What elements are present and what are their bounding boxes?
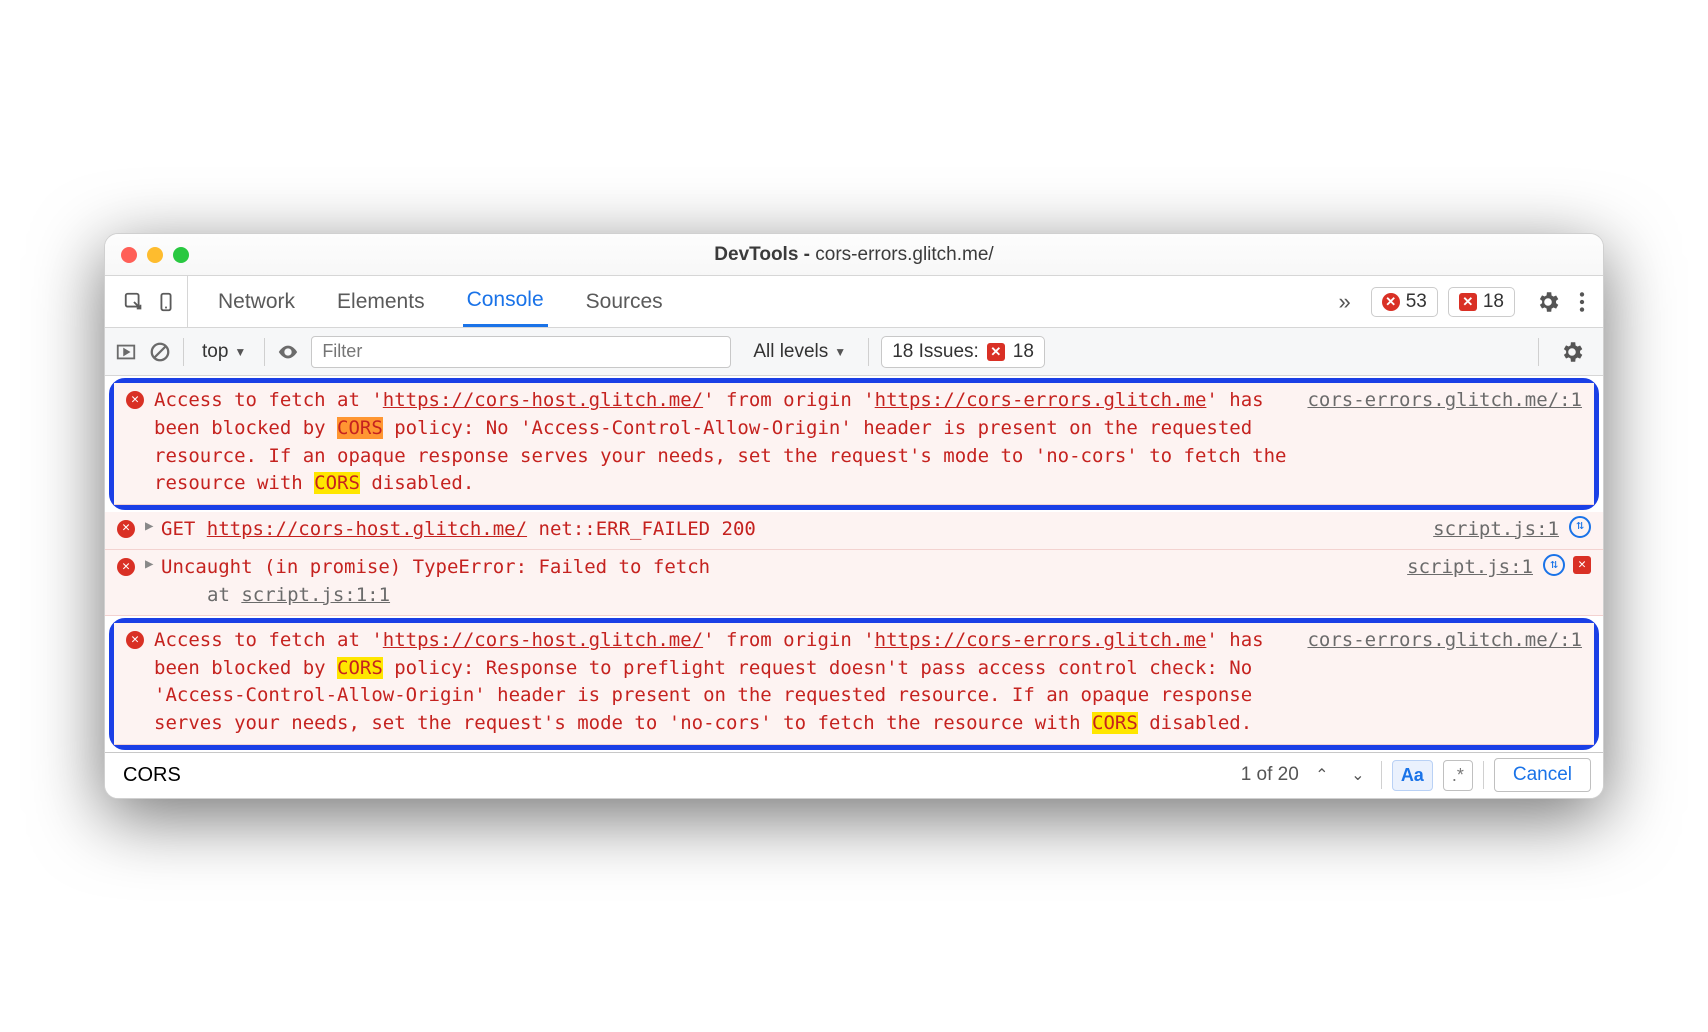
highlighted-row: ✕Access to fetch at 'https://cors-host.g… (109, 618, 1599, 749)
error-icon: ✕ (1382, 293, 1400, 311)
error-icon: ✕ (117, 558, 135, 576)
context-select[interactable]: top▼ (196, 341, 252, 363)
error-counter[interactable]: ✕53 (1371, 287, 1438, 317)
console-toolbar: top▼ All levels▼ 18 Issues:✕18 (105, 328, 1603, 376)
cancel-button[interactable]: Cancel (1494, 758, 1591, 792)
kebab-icon[interactable] (1569, 289, 1595, 315)
expand-icon[interactable]: ▶ (145, 516, 157, 536)
tab-network[interactable]: Network (214, 278, 299, 326)
search-count: 1 of 20 (1241, 764, 1299, 786)
search-next-button[interactable]: ⌄ (1345, 762, 1371, 788)
levels-select[interactable]: All levels▼ (743, 341, 856, 363)
source-link[interactable]: script.js:1 (1417, 516, 1559, 544)
issue-icon[interactable]: ✕ (1573, 556, 1591, 574)
tab-elements[interactable]: Elements (333, 278, 429, 326)
search-input[interactable] (117, 760, 1231, 791)
sync-icon[interactable]: ⇅ (1569, 516, 1591, 538)
inspect-icon[interactable] (123, 291, 145, 313)
main-tabbar: Network Elements Console Sources » ✕53 ✕18 (105, 276, 1603, 328)
console-row[interactable]: ✕▶GET https://cors-host.glitch.me/ net::… (105, 512, 1603, 551)
console-settings-icon[interactable] (1559, 339, 1585, 365)
console-row[interactable]: ✕Access to fetch at 'https://cors-host.g… (114, 623, 1594, 744)
live-expression-icon[interactable] (277, 341, 299, 363)
source-link[interactable]: script.js:1 (1391, 554, 1533, 582)
clear-icon[interactable] (149, 341, 171, 363)
search-prev-button[interactable]: ⌃ (1309, 762, 1335, 788)
filter-input[interactable] (311, 336, 731, 368)
regex-toggle[interactable]: .* (1443, 760, 1473, 791)
settings-icon[interactable] (1535, 289, 1561, 315)
issues-button[interactable]: 18 Issues:✕18 (881, 336, 1045, 368)
play-icon[interactable] (115, 341, 137, 363)
device-icon[interactable] (155, 291, 177, 313)
source-link[interactable]: cors-errors.glitch.me/:1 (1291, 627, 1582, 655)
console-row[interactable]: ✕▶Uncaught (in promise) TypeError: Faile… (105, 550, 1603, 616)
error-icon: ✕ (117, 520, 135, 538)
tab-console[interactable]: Console (463, 276, 548, 327)
sync-icon[interactable]: ⇅ (1543, 554, 1565, 576)
window-title: DevTools - cors-errors.glitch.me/ (105, 244, 1603, 266)
issue-icon: ✕ (1459, 293, 1477, 311)
search-bar: 1 of 20 ⌃ ⌄ Aa .* Cancel (105, 752, 1603, 798)
console-row[interactable]: ✕Access to fetch at 'https://cors-host.g… (114, 383, 1594, 504)
error-icon: ✕ (126, 631, 144, 649)
case-toggle[interactable]: Aa (1392, 760, 1433, 791)
tab-sources[interactable]: Sources (582, 278, 667, 326)
console-messages: ✕Access to fetch at 'https://cors-host.g… (105, 378, 1603, 749)
error-icon: ✕ (126, 391, 144, 409)
devtools-window: DevTools - cors-errors.glitch.me/ Networ… (104, 233, 1604, 798)
titlebar: DevTools - cors-errors.glitch.me/ (105, 234, 1603, 276)
source-link[interactable]: cors-errors.glitch.me/:1 (1291, 387, 1582, 415)
expand-icon[interactable]: ▶ (145, 554, 157, 574)
issue-icon: ✕ (987, 343, 1005, 361)
issues-counter[interactable]: ✕18 (1448, 287, 1515, 317)
more-tabs-icon[interactable]: » (1330, 289, 1358, 315)
highlighted-row: ✕Access to fetch at 'https://cors-host.g… (109, 378, 1599, 509)
